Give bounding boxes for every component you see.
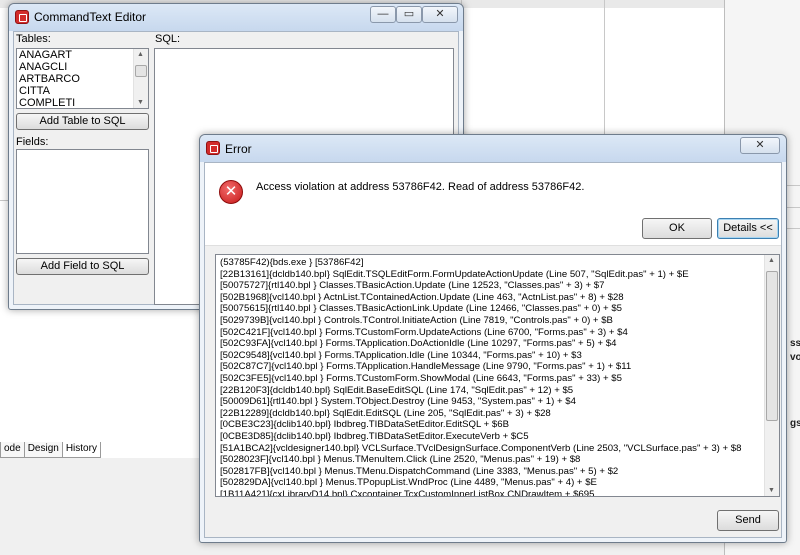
list-item[interactable]: ANAGART (17, 49, 148, 61)
detail-line: [502C421F]{vcl140.bpl } Forms.TCustomFor… (220, 326, 628, 338)
scroll-thumb[interactable] (766, 271, 778, 421)
scroll-down-icon[interactable]: ▼ (137, 99, 144, 106)
details-toggle-button[interactable]: Details << (717, 218, 779, 239)
send-button[interactable]: Send (717, 510, 779, 531)
ide-right-label: vo (790, 352, 800, 363)
scroll-thumb[interactable] (135, 65, 147, 77)
fields-listbox[interactable] (16, 149, 149, 254)
detail-line: [5029739B]{vcl140.bpl } Controls.TContro… (220, 314, 613, 326)
tab-design[interactable]: Design (23, 442, 63, 458)
scroll-up-icon[interactable]: ▲ (137, 51, 144, 58)
maximize-button[interactable]: ▭ (396, 6, 422, 23)
scroll-up-icon[interactable]: ▲ (768, 257, 775, 264)
detail-line: [50009D61]{rtl140.bpl } System.TObject.D… (220, 396, 576, 408)
error-dialog-client: ✕ Access violation at address 53786F42. … (204, 162, 782, 538)
close-button[interactable]: ✕ (422, 6, 458, 23)
detail-line: [22B120F3]{dcldb140.bpl} SqlEdit.BaseEdi… (220, 384, 574, 396)
list-item[interactable]: ANAGCLI (17, 61, 148, 73)
close-button[interactable]: ✕ (740, 137, 780, 154)
detail-line: [502B1968]{vcl140.bpl } ActnList.TContai… (220, 291, 624, 303)
list-item[interactable]: CITTA (17, 85, 148, 97)
separator (205, 245, 781, 246)
sql-label: SQL: (155, 33, 181, 45)
ide-editor-tabs: ode Design History (0, 442, 101, 458)
detail-line: [502C93FA]{vcl140.bpl } Forms.TApplicati… (220, 338, 617, 350)
tables-scrollbar[interactable]: ▲ ▼ (133, 49, 148, 108)
commandtext-editor-titlebar[interactable]: CommandText Editor — ▭ ✕ (9, 4, 463, 31)
detail-line: [0CBE3C23]{dclib140.bpl} Ibdbreg.TIBData… (220, 419, 509, 431)
detail-line: [502C9548]{vcl140.bpl } Forms.TApplicati… (220, 349, 582, 361)
list-item[interactable]: COMPLETI (17, 97, 148, 108)
add-field-to-sql-button[interactable]: Add Field to SQL (16, 258, 149, 275)
detail-line: (53785F42){bds.exe } [53786F42] (220, 257, 364, 268)
detail-line: [50075727]{rtl140.bpl } Classes.TBasicAc… (220, 280, 605, 292)
detail-line: [5028023F]{vcl140.bpl } Menus.TMenuItem.… (220, 454, 581, 466)
app-icon (206, 141, 220, 155)
error-dialog-title: Error (225, 142, 252, 156)
details-lines: (53785F42){bds.exe } [53786F42] [22B13161… (216, 255, 763, 497)
error-icon: ✕ (219, 180, 243, 204)
tables-listbox[interactable]: ANAGART ANAGCLI ARTBARCO CITTA COMPLETI … (16, 48, 149, 109)
detail-line: [502C87C7]{vcl140.bpl } Forms.TApplicati… (220, 361, 632, 373)
detail-line: [1B11A421]{cxLibraryD14.bpl} Cxcontainer… (220, 488, 595, 497)
tables-label: Tables: (16, 33, 51, 45)
detail-line: [22B13161]{dcldb140.bpl} SqlEdit.TSQLEdi… (220, 268, 689, 280)
window-title: CommandText Editor (34, 10, 147, 24)
minimize-button[interactable]: — (370, 6, 396, 23)
scroll-down-icon[interactable]: ▼ (768, 487, 775, 494)
detail-line: [0CBE3D85]{dclib140.bpl} Ibdbreg.TIBData… (220, 430, 529, 442)
tab-code[interactable]: ode (0, 442, 25, 458)
ok-button[interactable]: OK (642, 218, 712, 239)
list-item[interactable]: ARTBARCO (17, 73, 148, 85)
detail-line: [502829DA]{vcl140.bpl } Menus.TPopupList… (220, 477, 597, 489)
details-scrollbar[interactable]: ▲ ▼ (764, 255, 779, 496)
fields-label: Fields: (16, 136, 49, 148)
detail-line: [22B12289]{dcldb140.bpl} SqlEdit.EditSQL… (220, 407, 551, 419)
error-details-text[interactable]: (53785F42){bds.exe } [53786F42] [22B13161… (215, 254, 780, 497)
detail-line: [502C3FE5]{vcl140.bpl } Forms.TCustomFor… (220, 372, 622, 384)
error-message: Access violation at address 53786F42. Re… (256, 181, 585, 193)
tab-history[interactable]: History (61, 442, 101, 458)
app-icon (15, 10, 29, 24)
error-dialog-titlebar[interactable]: Error ✕ (200, 135, 786, 162)
detail-line: [51A1BCA2]{vcldesigner140.bpl} VCLSurfac… (220, 442, 742, 454)
ide-right-label: ss (790, 338, 800, 349)
error-dialog: Error ✕ ✕ Access violation at address 53… (199, 134, 787, 543)
add-table-to-sql-button[interactable]: Add Table to SQL (16, 113, 149, 130)
detail-line: [502817FB]{vcl140.bpl } Menus.TMenu.Disp… (220, 465, 619, 477)
detail-line: [50075615]{rtl140.bpl } Classes.TBasicAc… (220, 303, 623, 315)
ide-right-label: gs (790, 418, 800, 429)
